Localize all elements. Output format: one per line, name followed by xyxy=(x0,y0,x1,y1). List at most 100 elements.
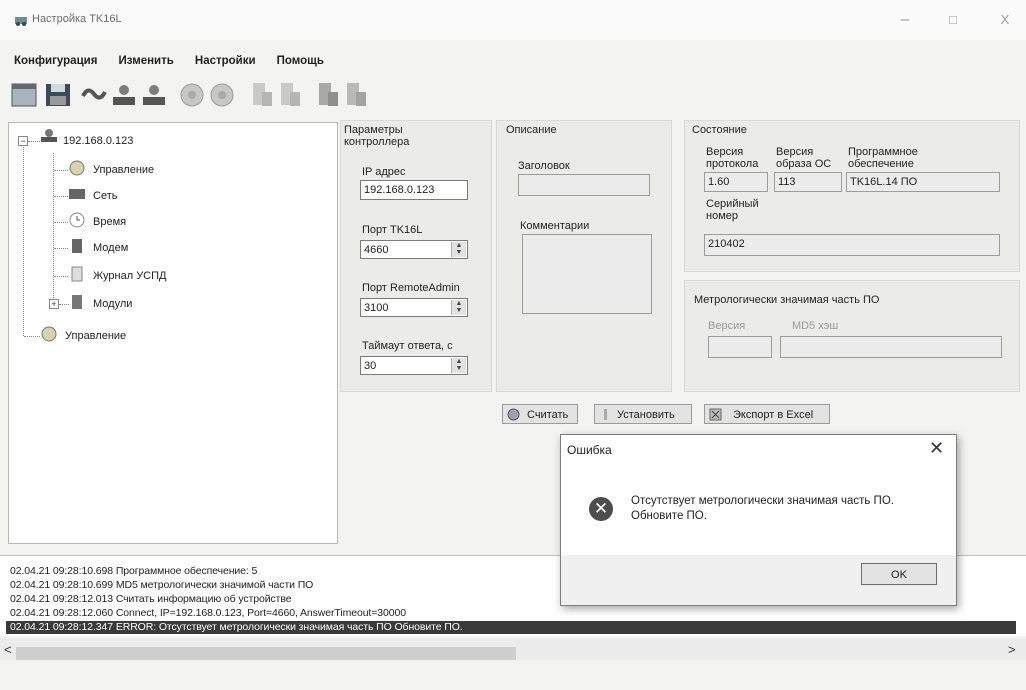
device-icon[interactable] xyxy=(314,80,342,110)
journal-icon xyxy=(71,266,83,282)
params-title-2: контроллера xyxy=(344,136,410,148)
scroll-right-icon[interactable]: > xyxy=(1008,642,1016,657)
menu-edit[interactable]: Изменить xyxy=(119,55,174,67)
dialog-body xyxy=(561,469,956,569)
timeout-value: 30 xyxy=(364,360,377,372)
tree-item-control[interactable]: Управление xyxy=(93,158,154,182)
proto-label: Версия xyxy=(706,146,744,158)
proto-field: 1.60 xyxy=(704,172,768,192)
set-button-label: Установить xyxy=(617,409,675,421)
menu-settings[interactable]: Настройки xyxy=(195,55,256,67)
proto-label-2: протокола xyxy=(706,158,759,170)
menu-bar: Конфигурация Изменить Настройки Помощь xyxy=(0,55,328,73)
export-excel-button[interactable]: Экспорт в Excel xyxy=(704,404,830,424)
globe-icon[interactable] xyxy=(208,80,236,110)
save-icon[interactable] xyxy=(44,80,72,110)
window-title: Настройка TK16L xyxy=(32,13,122,25)
metro-title: Метрологически значимая часть ПО xyxy=(694,294,880,306)
metro-md5-field xyxy=(780,336,1002,358)
ok-button[interactable]: OK xyxy=(861,563,937,585)
state-title: Состояние xyxy=(692,124,747,136)
metro-md5-label: MD5 хэш xyxy=(792,320,839,332)
read-button-label: Считать xyxy=(527,409,569,421)
tree-item-control-root[interactable]: Управление xyxy=(65,324,126,348)
remote-port-stepper[interactable]: 3100 ▲ ▼ xyxy=(360,298,468,317)
comments-field[interactable] xyxy=(522,234,652,314)
menu-help[interactable]: Помощь xyxy=(277,55,324,67)
scroll-thumb[interactable] xyxy=(16,647,516,660)
clock-icon xyxy=(69,212,85,228)
timeout-stepper[interactable]: 30 ▲ ▼ xyxy=(360,356,468,375)
port-label: Порт TK16L xyxy=(362,224,423,236)
globe-icon[interactable] xyxy=(178,80,206,110)
set-icon xyxy=(604,409,607,420)
menu-configuration[interactable]: Конфигурация xyxy=(14,55,97,67)
serial-field: 210402 xyxy=(704,234,1000,256)
collapse-toggle[interactable]: − xyxy=(18,136,28,146)
ip-field[interactable]: 192.168.0.123 xyxy=(360,180,468,200)
log-line: 02.04.21 09:28:10.698 Программное обеспе… xyxy=(10,565,258,577)
log-line: 02.04.21 09:28:12.060 Connect, IP=192.16… xyxy=(10,607,406,619)
metro-version-field xyxy=(708,336,772,358)
remote-label: Порт RemoteAdmin xyxy=(362,282,460,294)
tree-item-network[interactable]: Сеть xyxy=(93,184,117,208)
network-icon xyxy=(69,189,85,199)
modules-icon xyxy=(72,295,82,309)
expand-toggle[interactable]: + xyxy=(49,299,59,309)
sw-label-2: обеспечение xyxy=(848,158,914,170)
header-field[interactable] xyxy=(518,174,650,196)
error-icon: ✕ xyxy=(589,497,613,521)
scroll-left-icon[interactable]: < xyxy=(4,642,12,657)
header-label: Заголовок xyxy=(518,160,570,172)
tree-item-time[interactable]: Время xyxy=(93,210,126,234)
control-icon xyxy=(69,160,85,176)
maximize-button[interactable]: □ xyxy=(938,10,968,30)
comments-label: Комментарии xyxy=(520,220,590,232)
modem-icon xyxy=(72,239,82,253)
dialog-close-icon[interactable]: ✕ xyxy=(929,438,944,459)
read-button[interactable]: Считать xyxy=(502,404,578,424)
tree-item-journal[interactable]: Журнал УСПД xyxy=(93,264,166,288)
network-icon xyxy=(41,129,57,142)
os-field: 113 xyxy=(774,172,842,192)
port-value: 4660 xyxy=(364,244,389,256)
dialog-title: Ошибка xyxy=(567,443,612,457)
timeout-label: Таймаут ответа, с xyxy=(362,340,453,352)
spin-arrows-icon[interactable]: ▲ ▼ xyxy=(451,300,466,315)
dialog-message-2: Обновите ПО. xyxy=(631,510,707,522)
network-icon[interactable] xyxy=(140,80,168,110)
control-icon xyxy=(41,326,57,342)
metro-version-label: Версия xyxy=(708,320,746,332)
close-button[interactable]: X xyxy=(990,10,1020,30)
device-tree[interactable]: − 192.168.0.123 Управление Сеть Время Мо… xyxy=(8,122,338,544)
device-icon[interactable] xyxy=(342,80,370,110)
ip-label: IP адрес xyxy=(362,166,406,178)
read-icon xyxy=(507,408,520,421)
description-title: Описание xyxy=(506,124,557,136)
remote-port-value: 3100 xyxy=(364,302,389,314)
export-button-label: Экспорт в Excel xyxy=(733,409,814,421)
title-bar xyxy=(0,0,1026,40)
network-icon[interactable] xyxy=(110,80,138,110)
params-title: Параметры xyxy=(344,124,403,136)
port-stepper[interactable]: 4660 ▲ ▼ xyxy=(360,240,468,259)
os-label-2: образа ОС xyxy=(776,158,832,170)
app-icon xyxy=(15,17,27,26)
sw-label: Программное xyxy=(848,146,918,158)
connect-icon[interactable] xyxy=(80,80,108,110)
spin-arrows-icon[interactable]: ▲ ▼ xyxy=(451,242,466,257)
tree-item-ip[interactable]: 192.168.0.123 xyxy=(63,129,133,153)
error-dialog: Ошибка ✕ ✕ Отсутствует метрологически зн… xyxy=(560,434,957,606)
device-icon[interactable] xyxy=(276,80,304,110)
sw-field: TK16L.14 ПО xyxy=(846,172,1000,192)
window-icon[interactable] xyxy=(10,80,38,110)
set-button[interactable]: Установить xyxy=(594,404,692,424)
device-icon[interactable] xyxy=(248,80,276,110)
tree-item-modem[interactable]: Модем xyxy=(93,236,128,260)
log-line: 02.04.21 09:28:12.013 Считать информацию… xyxy=(10,593,292,605)
spin-arrows-icon[interactable]: ▲ ▼ xyxy=(451,358,466,373)
log-line-error[interactable]: 02.04.21 09:28:12.347 ERROR: Отсутствует… xyxy=(10,621,463,633)
tree-item-modules[interactable]: Модули xyxy=(93,292,132,316)
minimize-button[interactable]: – xyxy=(890,10,920,30)
log-line: 02.04.21 09:28:10.699 MD5 метрологически… xyxy=(10,579,314,591)
